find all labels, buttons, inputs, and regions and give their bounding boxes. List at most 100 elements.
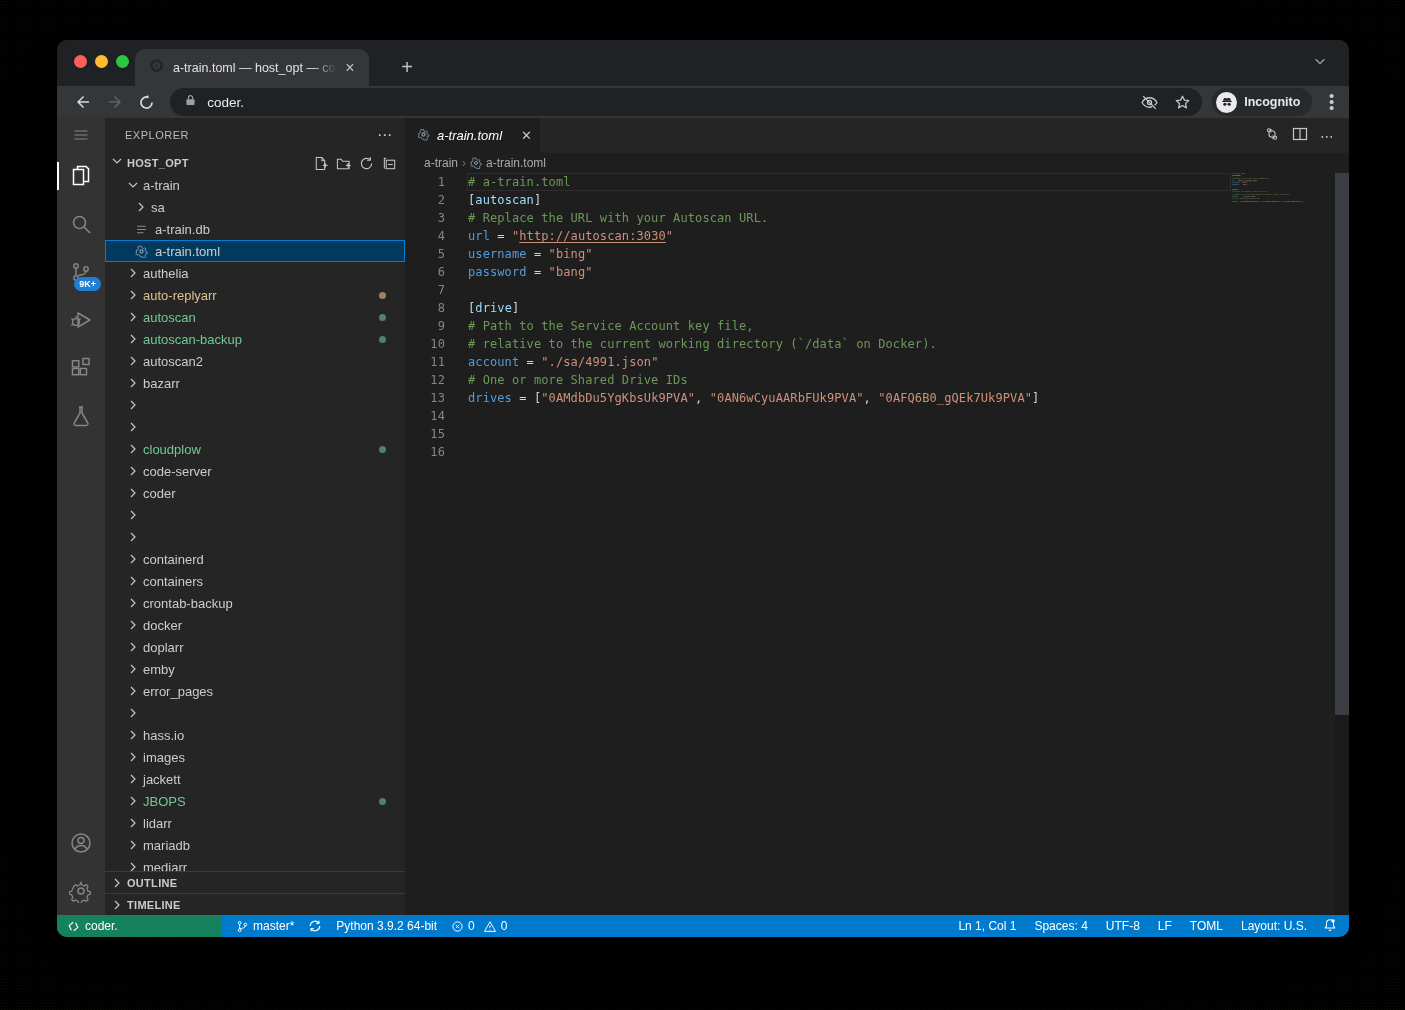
notifications-bell-icon[interactable]	[1323, 918, 1337, 935]
editor-tab-close-icon[interactable]: ✕	[521, 128, 532, 143]
reload-button[interactable]	[134, 89, 158, 115]
outline-panel-header[interactable]: OUTLINE	[105, 871, 405, 893]
editor-scrollbar[interactable]	[1335, 173, 1349, 915]
tree-item-autoscan2[interactable]: autoscan2	[105, 350, 405, 372]
new-folder-icon[interactable]	[336, 156, 351, 171]
tree-item-containerd[interactable]: containerd	[105, 548, 405, 570]
eol-status[interactable]: LF	[1158, 919, 1172, 933]
tree-item-a-train.db[interactable]: a-train.db	[105, 218, 405, 240]
tree-item[interactable]	[105, 702, 405, 724]
tree-item-coder[interactable]: coder	[105, 482, 405, 504]
search-icon[interactable]	[57, 200, 105, 248]
code-line[interactable]: 14	[405, 407, 1349, 425]
tree-item-bazarr[interactable]: bazarr	[105, 372, 405, 394]
tree-item[interactable]	[105, 526, 405, 548]
code-line[interactable]: 10# relative to the current working dire…	[405, 335, 1349, 353]
split-editor-icon[interactable]	[1292, 126, 1308, 146]
tree-item-jackett[interactable]: jackett	[105, 768, 405, 790]
sidebar-more-actions-icon[interactable]: ⋯	[377, 126, 393, 144]
extensions-icon[interactable]	[57, 344, 105, 392]
code-line[interactable]: 13drives = ["0AMdbDu5YgKbsUk9PVA", "0AN6…	[405, 389, 1349, 407]
tree-item-authelia[interactable]: authelia	[105, 262, 405, 284]
tree-item-a-train.toml[interactable]: a-train.toml	[105, 240, 405, 262]
tab-search-chevron-icon[interactable]	[1313, 54, 1327, 72]
breadcrumb-folder[interactable]: a-train	[424, 156, 458, 170]
open-changes-icon[interactable]	[1264, 126, 1280, 146]
code-line[interactable]: 12# One or more Shared Drive IDs	[405, 371, 1349, 389]
problems-status[interactable]: 0 0	[451, 919, 507, 933]
timeline-panel-header[interactable]: TIMELINE	[105, 893, 405, 915]
sync-icon[interactable]	[308, 919, 322, 933]
new-tab-button[interactable]: +	[395, 56, 419, 78]
tree-item-error_pages[interactable]: error_pages	[105, 680, 405, 702]
tree-item[interactable]	[105, 416, 405, 438]
code-editor[interactable]: 1# a-train.toml2[autoscan]3# Replace the…	[405, 173, 1349, 915]
tree-item-lidarr[interactable]: lidarr	[105, 812, 405, 834]
tree-item-a-train[interactable]: a-train	[105, 174, 405, 196]
git-branch-status[interactable]: master*	[236, 919, 294, 933]
code-line[interactable]: 11account = "./sa/4991.json"	[405, 353, 1349, 371]
code-line[interactable]: 15	[405, 425, 1349, 443]
tree-item-code-server[interactable]: code-server	[105, 460, 405, 482]
run-debug-icon[interactable]	[57, 296, 105, 344]
language-mode[interactable]: TOML	[1190, 919, 1223, 933]
code-line[interactable]: 1# a-train.toml	[405, 173, 1349, 191]
tree-item-autoscan[interactable]: autoscan	[105, 306, 405, 328]
source-control-icon[interactable]: 9K+	[57, 248, 105, 296]
code-line[interactable]: 3# Replace the URL with your Autoscan UR…	[405, 209, 1349, 227]
collapse-folders-icon[interactable]	[382, 156, 397, 171]
tree-item-mediarr[interactable]: mediarr	[105, 856, 405, 871]
tree-item-emby[interactable]: emby	[105, 658, 405, 680]
editor-more-actions-icon[interactable]: ⋯	[1320, 128, 1335, 144]
editor-tab[interactable]: a-train.toml ✕	[405, 118, 540, 153]
code-line[interactable]: 9# Path to the Service Account key file,	[405, 317, 1349, 335]
tree-item-crontab-backup[interactable]: crontab-backup	[105, 592, 405, 614]
close-window-button[interactable]	[74, 55, 87, 68]
tree-item-JBOPS[interactable]: JBOPS	[105, 790, 405, 812]
explorer-icon[interactable]	[57, 152, 105, 200]
tree-item-containers[interactable]: containers	[105, 570, 405, 592]
account-icon[interactable]	[57, 819, 105, 867]
bookmark-star-icon[interactable]	[1173, 93, 1192, 112]
tree-item-doplarr[interactable]: doplarr	[105, 636, 405, 658]
code-line[interactable]: 4url = "http://autoscan:3030"	[405, 227, 1349, 245]
new-file-icon[interactable]	[313, 156, 328, 171]
breadcrumb-file[interactable]: a-train.toml	[486, 156, 546, 170]
code-line[interactable]: 2[autoscan]	[405, 191, 1349, 209]
python-interpreter[interactable]: Python 3.9.2 64-bit	[336, 919, 437, 933]
tree-item-docker[interactable]: docker	[105, 614, 405, 636]
forward-button[interactable]	[103, 89, 127, 115]
tree-item[interactable]	[105, 394, 405, 416]
browser-tab[interactable]: a-train.toml — host_opt — cod ×	[135, 49, 369, 86]
indentation-status[interactable]: Spaces: 4	[1034, 919, 1087, 933]
minimize-window-button[interactable]	[95, 55, 108, 68]
minimap[interactable]: # a-train.toml[autoscan]# Replace the UR…	[1232, 173, 1312, 210]
remote-indicator[interactable]: coder.	[57, 915, 222, 937]
tree-item-hass.io[interactable]: hass.io	[105, 724, 405, 746]
tree-item[interactable]	[105, 504, 405, 526]
tree-item-autoscan-backup[interactable]: autoscan-backup	[105, 328, 405, 350]
code-line[interactable]: 7	[405, 281, 1349, 299]
cursor-position[interactable]: Ln 1, Col 1	[958, 919, 1016, 933]
settings-gear-icon[interactable]	[57, 867, 105, 915]
tree-item-mariadb[interactable]: mariadb	[105, 834, 405, 856]
browser-menu-icon[interactable]: •••	[1324, 93, 1339, 111]
keyboard-layout[interactable]: Layout: U.S.	[1241, 919, 1307, 933]
eye-off-icon[interactable]	[1140, 93, 1159, 112]
maximize-window-button[interactable]	[116, 55, 129, 68]
section-header-host-opt[interactable]: HOST_OPT	[105, 152, 405, 174]
refresh-icon[interactable]	[359, 156, 374, 171]
encoding-status[interactable]: UTF-8	[1106, 919, 1140, 933]
tree-item-images[interactable]: images	[105, 746, 405, 768]
code-line[interactable]: 16	[405, 443, 1349, 461]
tree-item-cloudplow[interactable]: cloudplow	[105, 438, 405, 460]
testing-icon[interactable]	[57, 392, 105, 440]
menu-hamburger-icon[interactable]	[57, 118, 105, 152]
tree-item-sa[interactable]: sa	[105, 196, 405, 218]
code-line[interactable]: 5username = "bing"	[405, 245, 1349, 263]
tab-close-icon[interactable]: ×	[341, 60, 359, 76]
scrollbar-thumb[interactable]	[1335, 173, 1349, 715]
back-button[interactable]	[71, 89, 95, 115]
tree-item-auto-replyarr[interactable]: auto-replyarr	[105, 284, 405, 306]
code-line[interactable]: 8[drive]	[405, 299, 1349, 317]
